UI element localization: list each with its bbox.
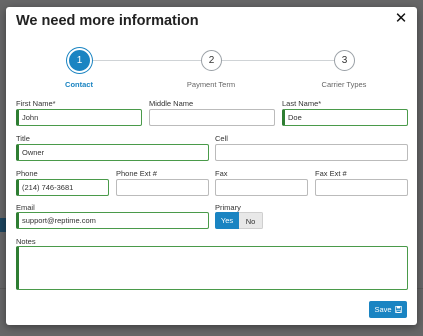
first-name-input[interactable]: John	[16, 109, 142, 126]
title-label: Title	[16, 134, 30, 143]
middle-name-input[interactable]	[149, 109, 275, 126]
phone-ext-input[interactable]	[116, 179, 209, 196]
last-name-label: Last Name*	[282, 99, 322, 108]
cell-label: Cell	[215, 134, 228, 143]
save-button-label: Save	[374, 305, 392, 314]
cell-input[interactable]	[215, 144, 408, 161]
email-input[interactable]: support@reptime.com	[16, 212, 209, 229]
step-1-label: Contact	[65, 80, 93, 89]
modal-title: We need more information	[16, 13, 199, 29]
step-1-circle[interactable]: 1	[69, 50, 90, 71]
notes-label: Notes	[16, 237, 36, 246]
first-name-label: First Name*	[16, 99, 56, 108]
notes-textarea[interactable]	[16, 246, 408, 290]
close-icon[interactable]: ✕	[394, 11, 408, 26]
phone-ext-label: Phone Ext #	[116, 169, 157, 178]
primary-no-button[interactable]: No	[239, 212, 263, 229]
middle-name-label: Middle Name	[149, 99, 194, 108]
fax-ext-input[interactable]	[315, 179, 408, 196]
step-2-circle[interactable]: 2	[201, 50, 222, 71]
phone-label: Phone	[16, 169, 38, 178]
save-button[interactable]: Save	[369, 301, 407, 318]
fax-input[interactable]	[215, 179, 308, 196]
last-name-input[interactable]: Doe	[282, 109, 408, 126]
step-3-circle[interactable]: 3	[334, 50, 355, 71]
primary-label: Primary	[215, 203, 241, 212]
primary-toggle: Yes No	[215, 212, 263, 229]
fax-ext-label: Fax Ext #	[315, 169, 347, 178]
title-input[interactable]: Owner	[16, 144, 209, 161]
email-label: Email	[16, 203, 35, 212]
step-2-label: Payment Term	[186, 80, 236, 89]
floppy-disk-icon	[394, 306, 402, 313]
primary-yes-button[interactable]: Yes	[215, 212, 239, 229]
phone-input[interactable]: (214) 746-3681	[16, 179, 109, 196]
step-3-label: Carrier Types	[321, 80, 367, 89]
fax-label: Fax	[215, 169, 228, 178]
info-modal: We need more information ✕ 1 2 3 Contact…	[6, 7, 417, 325]
